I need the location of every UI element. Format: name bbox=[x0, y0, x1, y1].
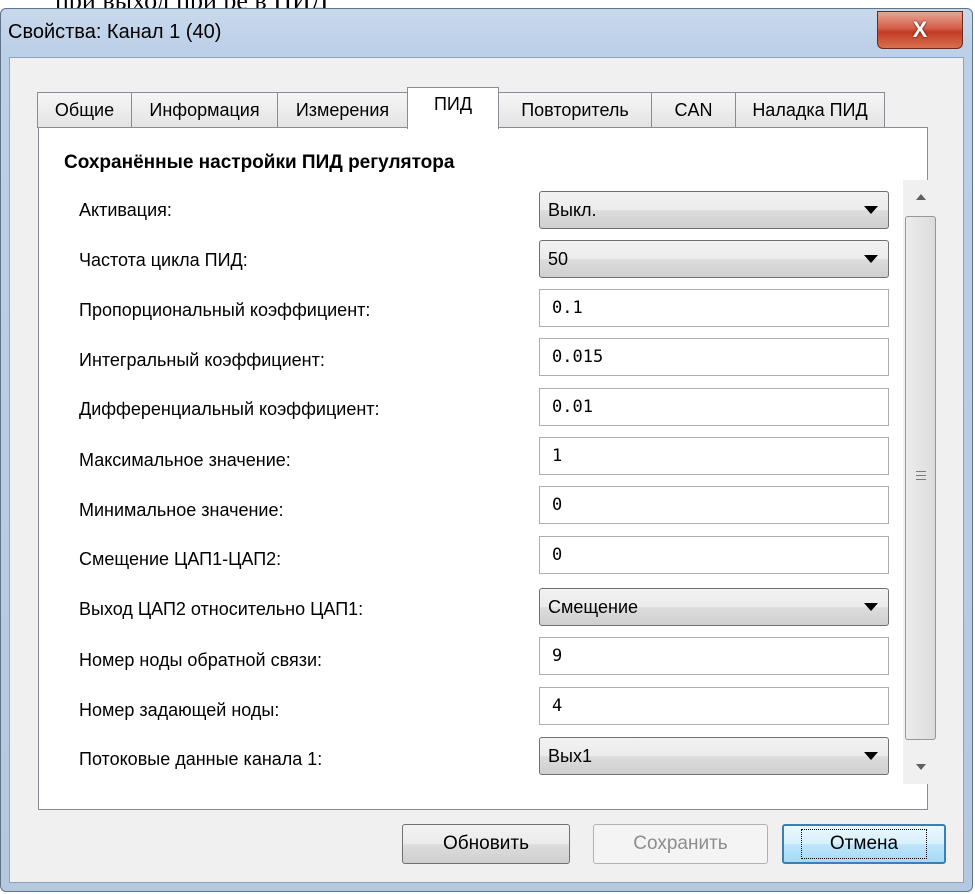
tab-pid[interactable]: ПИД bbox=[407, 87, 499, 129]
arrow-down-icon bbox=[916, 764, 926, 770]
vertical-scrollbar[interactable] bbox=[903, 180, 939, 784]
chevron-down-icon bbox=[864, 603, 878, 611]
dac-offset-field[interactable]: 0 bbox=[539, 536, 889, 574]
pid-frequency-value: 50 bbox=[548, 248, 569, 269]
tab-general[interactable]: Общие bbox=[37, 92, 132, 128]
max-value-label: Максимальное значение: bbox=[79, 450, 291, 470]
pid-frequency-select[interactable]: 50 bbox=[539, 240, 889, 278]
dac-offset-label: Смещение ЦАП1-ЦАП2: bbox=[79, 549, 282, 569]
chevron-down-icon bbox=[864, 255, 878, 263]
save-button[interactable]: Сохранить bbox=[593, 824, 768, 864]
window-title: Свойства: Канал 1 (40) bbox=[8, 21, 222, 43]
tab-information[interactable]: Информация bbox=[131, 92, 278, 128]
tab-pid-tuning[interactable]: Наладка ПИД bbox=[735, 92, 885, 128]
tab-measurements[interactable]: Измерения bbox=[277, 92, 408, 128]
integral-coef-label: Интегральный коэффициент: bbox=[79, 350, 325, 370]
dac2-output-select[interactable]: Смещение bbox=[539, 588, 889, 626]
section-title: Сохранённые настройки ПИД регулятора bbox=[64, 152, 455, 173]
max-value-field[interactable]: 1 bbox=[539, 437, 889, 475]
cancel-label: Отмена bbox=[800, 829, 928, 859]
tab-repeater[interactable]: Повторитель bbox=[498, 92, 652, 128]
scroll-up-button[interactable] bbox=[903, 180, 939, 214]
tab-can[interactable]: CAN bbox=[651, 92, 736, 128]
feedback-node-label: Номер ноды обратной связи: bbox=[79, 650, 323, 670]
pid-frequency-label: Частота цикла ПИД: bbox=[79, 250, 248, 270]
tab-strip: Общие Информация Измерения ПИД Повторите… bbox=[37, 87, 885, 129]
stream-data-select[interactable]: Вых1 bbox=[539, 737, 889, 775]
master-node-field[interactable]: 4 bbox=[539, 687, 889, 725]
feedback-node-field[interactable]: 9 bbox=[539, 637, 889, 675]
activation-label: Активация: bbox=[79, 200, 172, 220]
stream-data-label: Потоковые данные канала 1: bbox=[79, 749, 323, 769]
refresh-button[interactable]: Обновить bbox=[402, 824, 570, 864]
dac2-output-value: Смещение bbox=[548, 596, 639, 617]
grip-icon bbox=[916, 471, 926, 483]
chevron-down-icon bbox=[864, 752, 878, 760]
cancel-button[interactable]: Отмена bbox=[782, 824, 946, 864]
activation-select[interactable]: Выкл. bbox=[539, 191, 889, 229]
arrow-up-icon bbox=[916, 194, 926, 200]
close-button[interactable]: X bbox=[877, 11, 963, 49]
master-node-label: Номер задающей ноды: bbox=[79, 700, 280, 720]
activation-value: Выкл. bbox=[548, 199, 597, 220]
scrollbar-thumb[interactable] bbox=[905, 216, 936, 740]
scroll-down-button[interactable] bbox=[903, 750, 939, 784]
proportional-coef-field[interactable]: 0.1 bbox=[539, 289, 889, 327]
proportional-coef-label: Пропорциональный коэффициент: bbox=[79, 300, 371, 320]
min-value-field[interactable]: 0 bbox=[539, 486, 889, 524]
min-value-label: Минимальное значение: bbox=[79, 500, 284, 520]
stream-data-value: Вых1 bbox=[548, 745, 592, 766]
differential-coef-label: Дифференциальный коэффициент: bbox=[79, 399, 380, 419]
differential-coef-field[interactable]: 0.01 bbox=[539, 388, 889, 426]
close-icon: X bbox=[912, 17, 928, 42]
chevron-down-icon bbox=[864, 206, 878, 214]
integral-coef-field[interactable]: 0.015 bbox=[539, 338, 889, 376]
dac2-output-label: Выход ЦАП2 относительно ЦАП1: bbox=[79, 599, 364, 619]
